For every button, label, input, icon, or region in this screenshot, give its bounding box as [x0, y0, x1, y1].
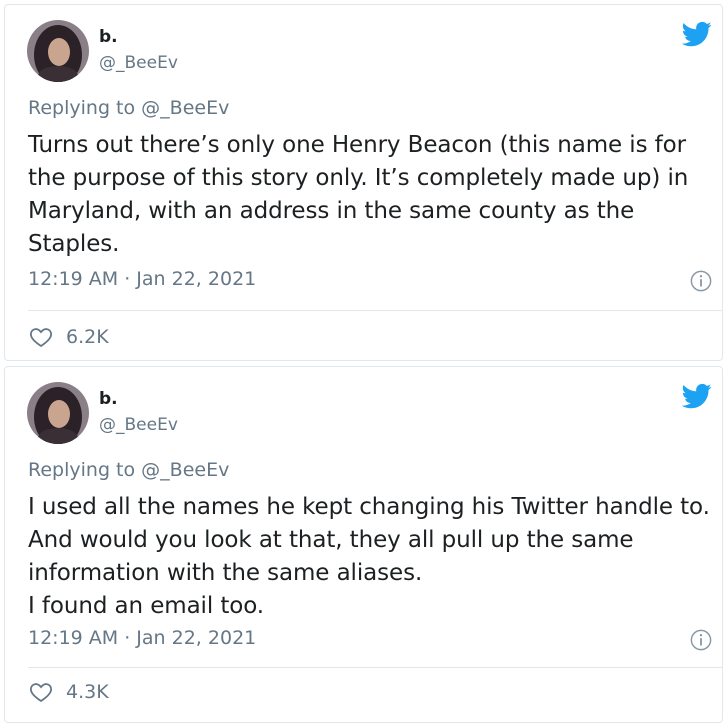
like-button[interactable]: 6.2K: [28, 325, 109, 349]
tweet-text: I used all the names he kept changing hi…: [28, 491, 718, 623]
replying-to[interactable]: Replying to @_BeeEv: [28, 97, 229, 119]
heart-icon[interactable]: [28, 680, 54, 704]
tweet-text-line: I used all the names he kept changing hi…: [28, 494, 710, 586]
replying-to[interactable]: Replying to @_BeeEv: [28, 459, 229, 481]
info-icon[interactable]: [690, 270, 712, 292]
author-handle[interactable]: @_BeeEv: [99, 53, 178, 73]
twitter-bird-icon[interactable]: [682, 19, 712, 49]
like-button[interactable]: 4.3K: [28, 680, 109, 704]
heart-icon[interactable]: [28, 325, 54, 349]
timestamp[interactable]: 12:19 AM · Jan 22, 2021: [28, 627, 256, 649]
author-name[interactable]: b.: [99, 27, 118, 47]
tweet-card[interactable]: b. @_BeeEv Replying to @_BeeEv Turns out…: [4, 4, 723, 361]
divider: [28, 310, 722, 311]
avatar[interactable]: [27, 382, 89, 444]
twitter-bird-icon[interactable]: [682, 381, 712, 411]
tweet-text: Turns out there’s only one Henry Beacon …: [28, 132, 689, 257]
like-count: 4.3K: [66, 681, 109, 703]
tweet-text-line: I found an email too.: [28, 593, 265, 619]
timestamp[interactable]: 12:19 AM · Jan 22, 2021: [28, 268, 256, 290]
avatar[interactable]: [27, 20, 89, 82]
tweet-card[interactable]: b. @_BeeEv Replying to @_BeeEv I used al…: [4, 366, 723, 723]
divider: [28, 667, 722, 668]
author-name[interactable]: b.: [99, 389, 118, 409]
info-icon[interactable]: [690, 629, 712, 651]
author-handle[interactable]: @_BeeEv: [99, 415, 178, 435]
like-count: 6.2K: [66, 326, 109, 348]
